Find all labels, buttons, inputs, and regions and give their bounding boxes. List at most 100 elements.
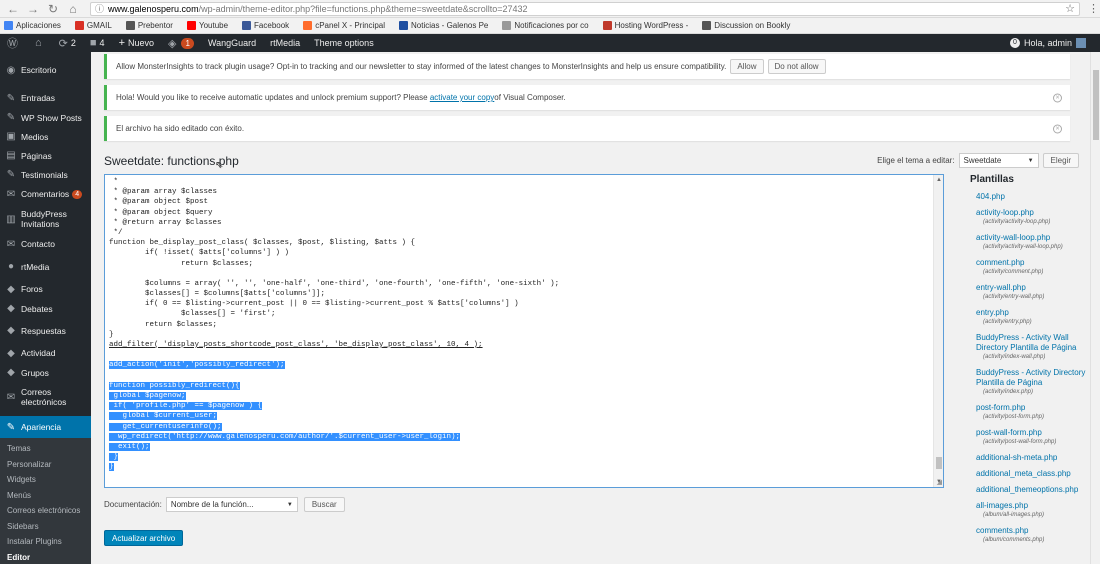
sidebar-item-entradas[interactable]: ✎ Entradas xyxy=(0,88,91,108)
activate-copy-link[interactable]: activate your copy xyxy=(430,93,494,102)
code-line: } xyxy=(109,452,929,462)
template-item: post-wall-form.php (activity/post-wall-fo… xyxy=(976,428,1090,447)
page-scroll-thumb[interactable] xyxy=(1093,70,1099,140)
theme-select[interactable]: Sweetdate ▼ xyxy=(958,153,1039,168)
new-content-link[interactable]: + Nuevo xyxy=(112,34,161,52)
dismiss-icon[interactable]: × xyxy=(1053,124,1062,133)
bookmark-item[interactable]: Hosting WordPress - xyxy=(602,21,689,30)
bookmark-item[interactable]: Prebentor xyxy=(125,21,173,30)
bookmark-item[interactable]: Noticias - Galenos Pe xyxy=(399,21,488,30)
sidebar-item-label: Apariencia xyxy=(21,422,62,432)
bookmark-item[interactable]: Discussion on Bookly xyxy=(702,21,790,30)
template-link[interactable]: additional-sh-meta.php xyxy=(976,453,1090,463)
code-line: if( !isset( $atts['columns'] ) ) xyxy=(109,248,929,258)
bookmark-item[interactable]: GMAIL xyxy=(74,21,112,30)
submenu-item-instalar-plugins[interactable]: Instalar Plugins xyxy=(0,534,91,550)
sidebar-item-escritorio[interactable]: ◉ Escritorio xyxy=(0,58,91,82)
comments-link[interactable]: ■ 4 xyxy=(83,34,112,52)
sidebar-item-testimonials[interactable]: ✎ Testimonials xyxy=(0,165,91,184)
template-link[interactable]: additional_meta_class.php xyxy=(976,469,1090,479)
code-line-text: } xyxy=(109,453,119,462)
rtmedia-link[interactable]: rtMedia xyxy=(263,34,307,52)
submenu-item-temas[interactable]: Temas xyxy=(0,441,91,457)
bookmark-item[interactable]: Facebook xyxy=(242,21,289,30)
template-link[interactable]: comments.php xyxy=(976,526,1090,536)
sidebar-item-apariencia[interactable]: ✎ Apariencia xyxy=(0,416,91,438)
template-link[interactable]: activity-wall-loop.php xyxy=(976,233,1090,243)
function-select[interactable]: Nombre de la función... ▼ xyxy=(165,497,298,512)
page-scrollbar[interactable] xyxy=(1090,52,1100,564)
scroll-thumb[interactable] xyxy=(936,457,942,469)
bookmark-item[interactable]: cPanel X - Principal xyxy=(303,21,385,30)
monsterinsights-text: Allow MonsterInsights to track plugin us… xyxy=(116,62,727,71)
sidebar-item-rtmedia[interactable]: ● rtMedia xyxy=(0,254,91,279)
template-link[interactable]: BuddyPress - Activity Directory Plantill… xyxy=(976,368,1090,388)
home-icon[interactable]: ⌂ xyxy=(66,2,80,16)
sidebar-item-wp-show-posts[interactable]: ✎ WP Show Posts xyxy=(0,108,91,127)
bookmark-label: Hosting WordPress - xyxy=(614,21,689,30)
sidebar-item-label: Grupos xyxy=(21,367,49,378)
template-link[interactable]: comment.php xyxy=(976,258,1090,268)
sidebar-item-foros[interactable]: ◆ Foros xyxy=(0,279,91,299)
editor-scrollbar[interactable]: ▲ ▼ xyxy=(933,175,943,487)
my-account[interactable]: 0 Hola, admin xyxy=(1009,38,1100,48)
bookmark-item[interactable]: Aplicaciones xyxy=(4,21,61,30)
template-item: activity-wall-loop.php (activity/activity… xyxy=(976,233,1090,252)
sidebar-item-grupos[interactable]: ◆ Grupos xyxy=(0,363,91,382)
bookmark-star-icon[interactable]: ☆ xyxy=(1065,2,1075,15)
code-line: */ xyxy=(109,228,929,238)
wp-logo[interactable]: Ⓦ xyxy=(0,34,28,52)
submenu-item-widgets[interactable]: Widgets xyxy=(0,472,91,488)
sidebar-item-debates[interactable]: ◆ Debates xyxy=(0,299,91,318)
reload-icon[interactable]: ↻ xyxy=(46,2,60,16)
resize-grip-icon[interactable]: ◢ xyxy=(937,478,942,486)
address-bar[interactable]: ⓘ www.galenosperu.com/wp-admin/theme-edi… xyxy=(90,1,1080,16)
sidebar-item-respuestas[interactable]: ◆ Respuestas xyxy=(0,318,91,343)
forward-icon[interactable]: → xyxy=(26,2,40,16)
code-content[interactable]: * * @param array $classes * @param objec… xyxy=(109,177,929,472)
code-editor[interactable]: * * @param array $classes * @param objec… xyxy=(104,174,944,488)
bookmark-item[interactable]: Notificaciones por co xyxy=(502,21,589,30)
template-link[interactable]: BuddyPress - Activity Wall Directory Pla… xyxy=(976,333,1090,353)
info-icon[interactable]: ⓘ xyxy=(95,2,104,15)
template-link[interactable]: post-form.php xyxy=(976,403,1090,413)
template-link[interactable]: entry-wall.php xyxy=(976,283,1090,293)
comments-badge: 4 xyxy=(72,189,83,199)
template-link[interactable]: post-wall-form.php xyxy=(976,428,1090,438)
template-link[interactable]: 404.php xyxy=(976,192,1090,202)
submenu-item-editor[interactable]: Editor xyxy=(0,550,91,564)
template-link[interactable]: activity-loop.php xyxy=(976,208,1090,218)
scroll-up-icon[interactable]: ▲ xyxy=(934,175,943,185)
sidebar-item-p-ginas[interactable]: ▤ Páginas xyxy=(0,146,91,165)
sidebar-item-actividad[interactable]: ◆ Actividad xyxy=(0,343,91,363)
submenu-item-correos-electr-nicos[interactable]: Correos electrónicos xyxy=(0,503,91,519)
allow-button[interactable]: Allow xyxy=(730,59,764,74)
wangguard-link[interactable]: WangGuard xyxy=(201,34,263,52)
updates-link[interactable]: ⟳ 2 xyxy=(52,34,83,52)
sidebar-item-buddypress-invitations[interactable]: ▥ BuddyPress Invitations xyxy=(0,204,91,234)
bookmark-favicon-icon xyxy=(74,21,84,30)
bookmark-item[interactable]: Youtube xyxy=(186,21,228,30)
sidebar-item-medios[interactable]: ▣ Medios xyxy=(0,127,91,146)
template-link[interactable]: additional_themeoptions.php xyxy=(976,485,1090,495)
template-link[interactable]: all-images.php xyxy=(976,501,1090,511)
site-home[interactable]: ⌂ xyxy=(28,34,52,52)
browser-menu-icon[interactable]: ⋮ xyxy=(1088,2,1099,15)
sidebar-item-contacto[interactable]: ✉ Contacto xyxy=(0,234,91,254)
select-theme-button[interactable]: Elegir xyxy=(1042,153,1079,168)
back-icon[interactable]: ← xyxy=(6,2,20,16)
theme-options-link[interactable]: Theme options xyxy=(307,34,381,52)
submenu-item-personalizar[interactable]: Personalizar xyxy=(0,457,91,473)
wangguard-badge-link[interactable]: ◈ 1 xyxy=(161,34,201,52)
template-link[interactable]: entry.php xyxy=(976,308,1090,318)
dismiss-icon[interactable]: × xyxy=(1053,93,1062,102)
sidebar-item-correos-electr-nicos[interactable]: ✉ Correos electrónicos xyxy=(0,382,91,412)
code-line: * @return array $classes xyxy=(109,218,929,228)
do-not-allow-button[interactable]: Do not allow xyxy=(767,59,826,74)
submenu-item-sidebars[interactable]: Sidebars xyxy=(0,519,91,535)
update-file-button[interactable]: Actualizar archivo xyxy=(104,530,184,546)
submenu-item-men-s[interactable]: Menús xyxy=(0,488,91,504)
lookup-button[interactable]: Buscar xyxy=(303,497,345,512)
sidebar-item-comentarios[interactable]: ✉ Comentarios 4 xyxy=(0,184,91,204)
